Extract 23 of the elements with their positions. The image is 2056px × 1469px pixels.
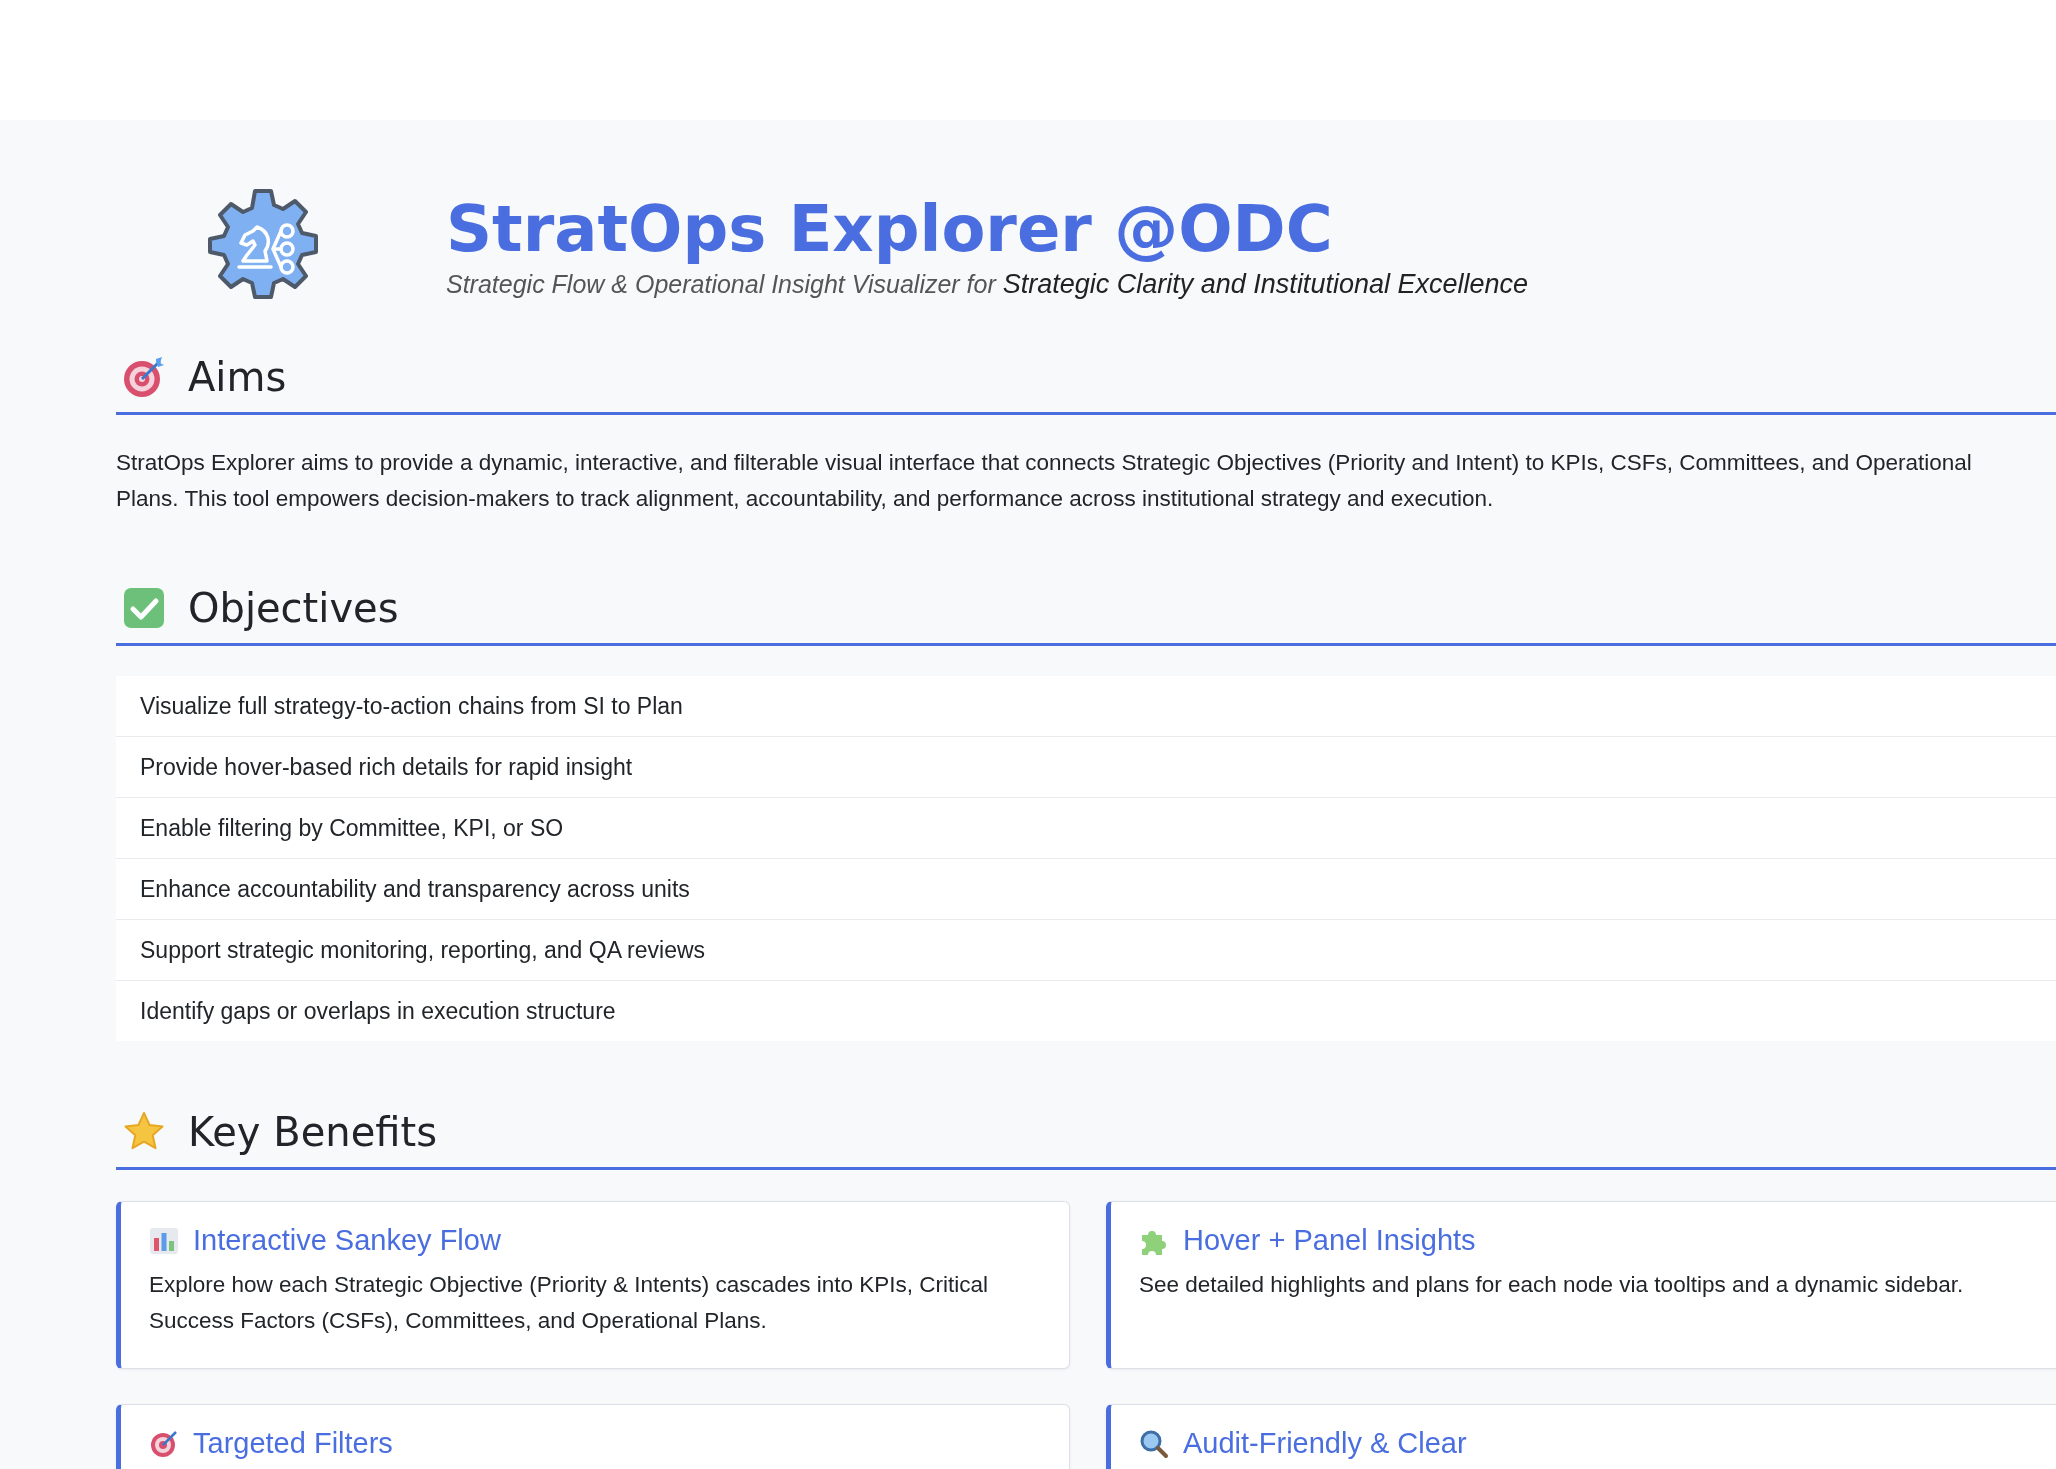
bar-chart-icon bbox=[149, 1225, 179, 1256]
card-title: Audit-Friendly & Clear bbox=[1183, 1427, 1467, 1460]
card-text: See detailed highlights and plans for each node via tooltips and a dynamic sidebar. bbox=[1139, 1271, 1965, 1299]
objective-item: Identify gaps or overlaps in execution structure bbox=[139, 997, 617, 1026]
target-icon bbox=[122, 355, 166, 399]
objective-item: Enhance accountability and transparency across units bbox=[116, 859, 2056, 920]
objective-item: Visualize full strategy-to-action chains from SI to Plan bbox=[116, 676, 2056, 737]
section-heading: Key Benefits bbox=[188, 1108, 437, 1157]
objective-item: Enable filtering by Committee, KPI, or SO bbox=[116, 798, 2056, 859]
card-text: Explore how each Strategic Objective (Priority & Intents) cascades into KPIs, Critical Success Factors (CSFs), Committees, and Operational Plans. bbox=[149, 1271, 990, 1335]
magnifier-icon bbox=[1139, 1428, 1169, 1459]
card-title: Hover + Panel Insights bbox=[1183, 1224, 1476, 1257]
section-heading: Objectives bbox=[188, 584, 399, 633]
aims-paragraph: StratOps Explorer aims to provide a dynamic, interactive, and filterable visual interface that connects Strategic Objectives (Priority and Intent) to KPIs, CSFs, Committees, and Operational Plans. This tool empowers decision-makers to track alignment, accountability, and performance across institutional strategy and execution. bbox=[116, 449, 1973, 513]
page-subtitle: Strategic Flow & Operational Insight Visualizer for Strategic Clarity and Institutional Excellence bbox=[446, 268, 1528, 300]
page-title: StratOps Explorer @ODC bbox=[446, 190, 1334, 268]
objective-item: Support strategic monitoring, reporting, and QA reviews bbox=[116, 920, 2056, 981]
section-heading: Aims bbox=[188, 353, 287, 402]
target-icon bbox=[149, 1428, 179, 1459]
card-title: Interactive Sankey Flow bbox=[193, 1224, 501, 1257]
objective-item: Provide hover-based rich details for rapid insight bbox=[116, 737, 2056, 798]
checkbox-icon bbox=[122, 586, 166, 630]
card-title: Targeted Filters bbox=[193, 1427, 393, 1460]
